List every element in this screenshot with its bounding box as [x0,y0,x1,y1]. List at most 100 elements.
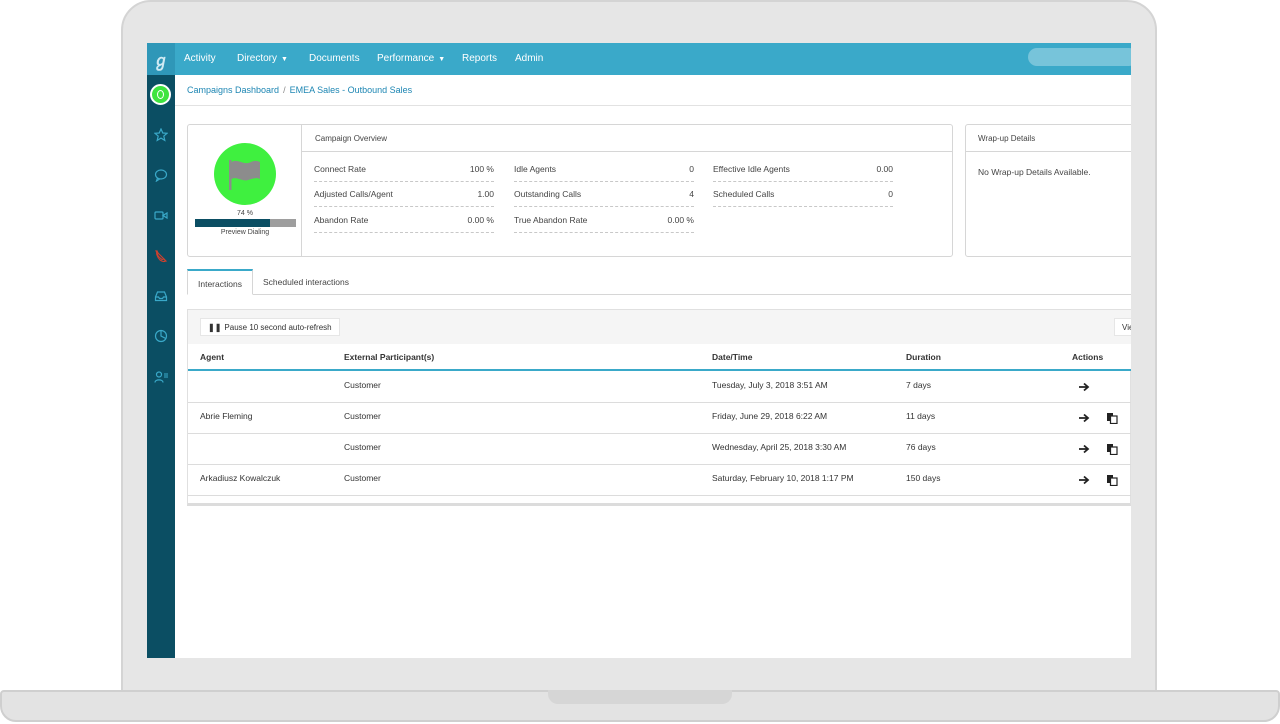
nav-reports[interactable]: Reports [462,43,497,75]
table-row[interactable]: Customer Wednesday, April 25, 2018 3:30 … [188,434,1131,465]
metric-value: 0.00 % [467,215,494,225]
cell-participant: Customer [344,473,381,483]
cell-participant: Customer [344,411,381,421]
metric-label: Adjusted Calls/Agent [314,189,393,199]
metric-label: Idle Agents [514,164,557,174]
metric-effective-idle-agents: Effective Idle Agents 0.00 [713,158,893,182]
arrow-right-icon[interactable] [1078,474,1090,486]
pause-icon: ❚❚ [208,323,222,332]
cell-duration: 150 days [906,473,941,483]
metric-value: 100 % [469,164,494,174]
tab-interactions[interactable]: Interactions [187,269,253,295]
breadcrumb-current-campaign[interactable]: EMEA Sales - Outbound Sales [290,85,413,95]
user-avatar-icon[interactable] [150,84,171,105]
chat-bubble-icon[interactable] [151,165,171,185]
metric-outstanding-calls: Outstanding Calls 4 [514,183,694,207]
cell-datetime: Friday, June 29, 2018 6:22 AM [712,411,828,421]
nav-admin[interactable]: Admin [515,43,543,75]
nav-activity[interactable]: Activity [184,43,216,75]
progress-bar [195,219,296,227]
divider [966,151,1131,152]
breadcrumb: Campaigns Dashboard / EMEA Sales - Outboun… [187,85,412,95]
column-header-actions: Actions [1072,352,1104,362]
top-navigation: ℊ Activity Directory ▼ Documents Performa… [147,43,1131,75]
inbox-icon[interactable] [151,286,171,306]
video-icon[interactable] [151,205,171,225]
metric-label: Abandon Rate [314,215,369,225]
arrow-right-icon[interactable] [1078,412,1090,424]
metric-value: 0.00 [876,164,893,174]
campaign-overview-panel: 74 % Preview Dialing Campaign Overview C… [187,124,953,257]
laptop-notch [548,690,732,704]
cell-participant: Customer [344,380,381,390]
cell-duration: 76 days [906,442,936,452]
column-header-agent[interactable]: Agent [200,352,224,362]
search-input[interactable] [1028,48,1131,66]
phone-off-icon[interactable] [151,246,171,266]
metric-label: Connect Rate [314,164,366,174]
nav-directory[interactable]: Directory ▼ [237,43,288,75]
arrow-right-icon[interactable] [1078,381,1090,393]
metric-value: 1.00 [477,189,494,199]
metric-abandon-rate: Abandon Rate 0.00 % [314,209,494,233]
table-row[interactable]: Customer Tuesday, July 3, 2018 3:51 AM 7… [188,372,1131,403]
app-screen: ℊ Activity Directory ▼ Documents Performa… [147,43,1131,658]
campaign-status: 74 % Preview Dialing [188,125,302,256]
table-toolbar: ❚❚Pause 10 second auto-refresh View [188,310,1131,344]
view-button[interactable]: View [1114,318,1131,336]
wrapup-title: Wrap-up Details [978,134,1036,143]
cell-participant: Customer [344,442,381,452]
nav-documents[interactable]: Documents [309,43,360,75]
metric-value: 0 [888,189,893,199]
metric-label: True Abandon Rate [514,215,588,225]
metric-value: 0 [689,164,694,174]
chart-icon[interactable] [151,326,171,346]
nav-performance[interactable]: Performance ▼ [377,43,445,75]
tab-scheduled-interactions[interactable]: Scheduled interactions [253,269,359,295]
cell-datetime: Saturday, February 10, 2018 1:17 PM [712,473,854,483]
contacts-icon[interactable] [151,367,171,387]
campaign-status-indicator [214,143,276,205]
cell-duration: 11 days [906,411,936,421]
dialing-mode-label: Preview Dialing [220,229,270,236]
metric-value: 0.00 % [667,215,694,225]
copy-icon[interactable] [1106,443,1118,455]
metric-connect-rate: Connect Rate 100 % [314,158,494,182]
table-row[interactable]: Arkadiusz Kowalczuk Customer Saturday, F… [188,465,1131,496]
cell-duration: 7 days [906,380,932,390]
breadcrumb-campaigns-dashboard[interactable]: Campaigns Dashboard [187,85,279,95]
campaign-overview-title: Campaign Overview [315,134,388,143]
table-row[interactable]: Abrie Fleming Customer Friday, June 29, … [188,403,1131,434]
metric-label: Scheduled Calls [713,189,775,199]
metric-label: Effective Idle Agents [713,164,790,174]
copy-icon[interactable] [1106,474,1118,486]
divider [302,151,952,152]
wrapup-empty-message: No Wrap-up Details Available. [978,167,1091,177]
caret-down-icon: ▼ [281,56,288,63]
wrapup-details-panel: Wrap-up Details No Wrap-up Details Avail… [965,124,1131,257]
metric-label: Outstanding Calls [514,189,582,199]
cell-agent: Abrie Fleming [200,411,253,421]
pause-refresh-label: Pause 10 second auto-refresh [224,323,332,332]
metric-scheduled-calls: Scheduled Calls 0 [713,183,893,207]
left-sidebar [147,75,175,658]
app-logo-icon[interactable]: ℊ [147,43,175,75]
cell-datetime: Tuesday, July 3, 2018 3:51 AM [712,380,828,390]
breadcrumb-separator: / [283,85,286,95]
interactions-table: ❚❚Pause 10 second auto-refresh View Agen… [187,309,1131,506]
column-header-duration[interactable]: Duration [906,352,941,362]
caret-down-icon: ▼ [438,56,446,63]
cell-agent: Arkadiusz Kowalczuk [200,473,281,483]
progress-percent: 74 % [237,210,253,217]
star-icon[interactable] [151,125,171,145]
table-header: Agent External Participant(s) Date/Time … [188,344,1131,371]
divider [175,105,1131,106]
metric-true-abandon-rate: True Abandon Rate 0.00 % [514,209,694,233]
cell-datetime: Wednesday, April 25, 2018 3:30 AM [712,442,847,452]
copy-icon[interactable] [1106,412,1118,424]
pause-refresh-button[interactable]: ❚❚ Pause 10 second auto-refresh [200,318,340,336]
column-header-participants[interactable]: External Participant(s) [344,352,434,362]
arrow-right-icon[interactable] [1078,443,1090,455]
metric-adjusted-calls-agent: Adjusted Calls/Agent 1.00 [314,183,494,207]
column-header-datetime[interactable]: Date/Time [712,352,752,362]
